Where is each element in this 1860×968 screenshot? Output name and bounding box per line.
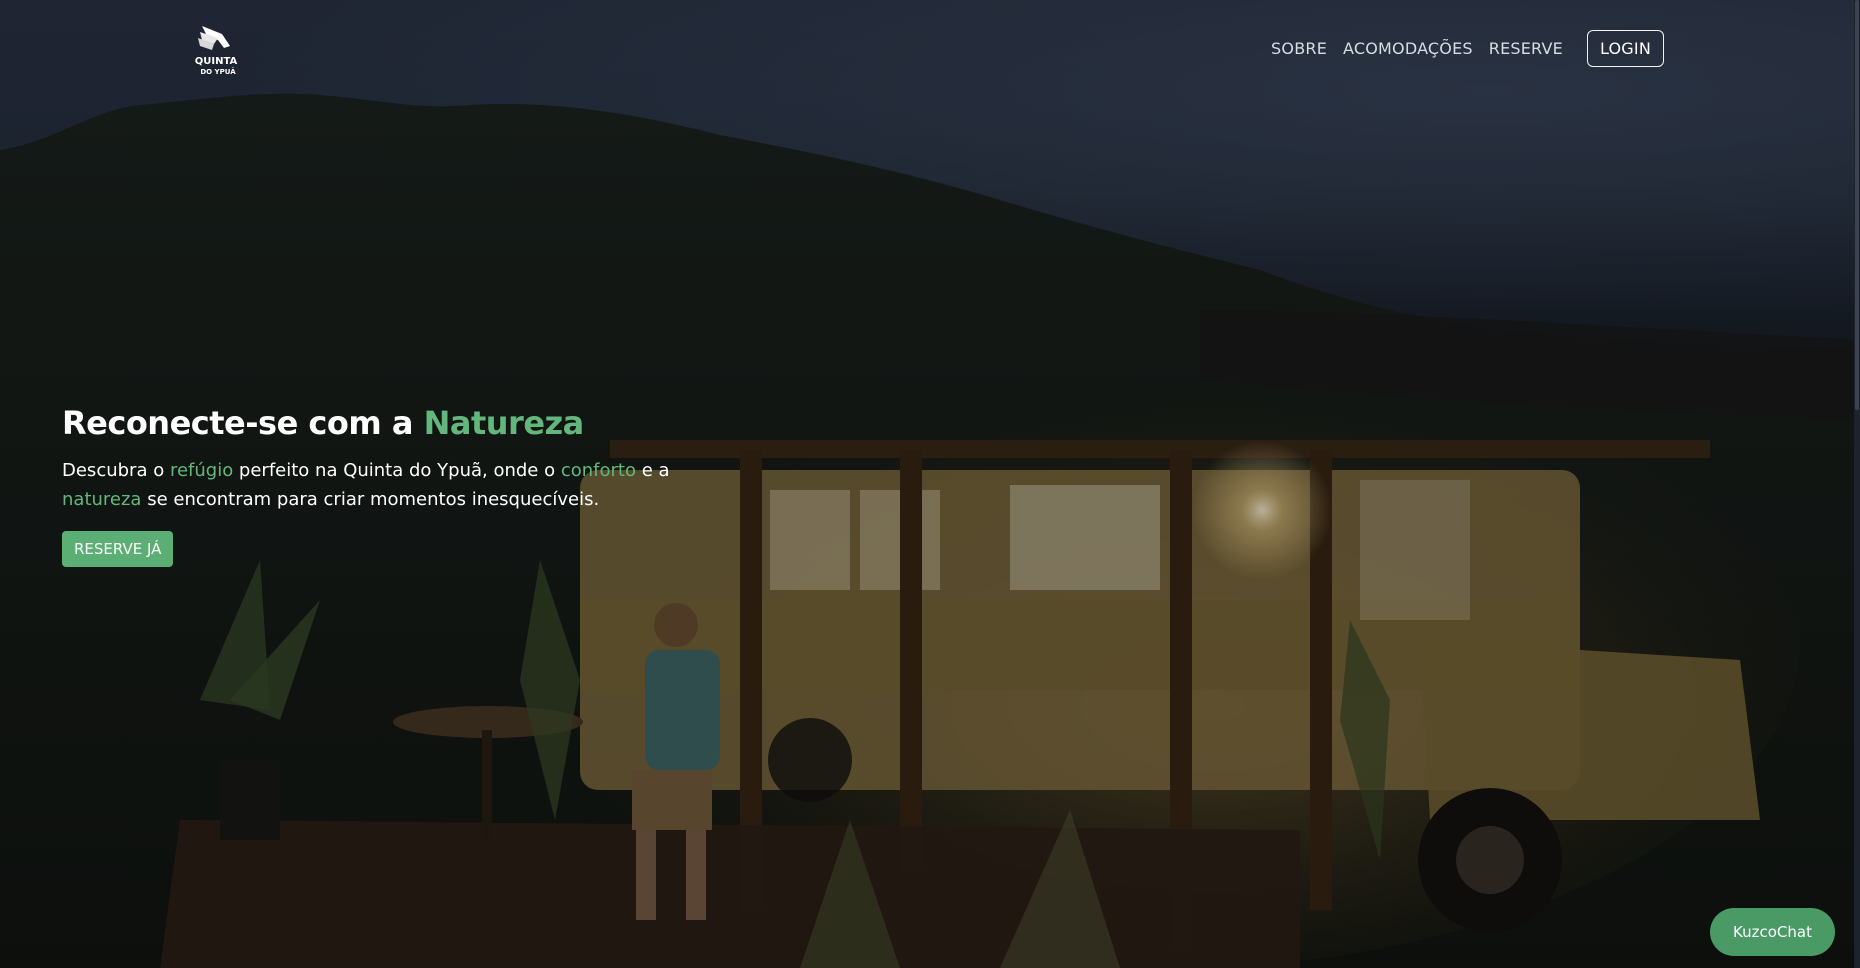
subtext-highlight-refugio: refúgio xyxy=(169,460,234,481)
logo-text-line2: DO YPUÃ xyxy=(200,67,236,76)
subtext-part-3: e a xyxy=(635,460,670,481)
subtext-part-1: Descubra o xyxy=(62,460,170,481)
reserve-now-button[interactable]: RESERVE JÁ xyxy=(62,531,174,567)
nav-link-reserve[interactable]: RESERVE xyxy=(1489,39,1563,58)
headline-accent: Natureza xyxy=(423,404,585,442)
nav-link-sobre[interactable]: SOBRE xyxy=(1271,39,1327,58)
logo-text-line1: QUINTA xyxy=(195,56,238,67)
hero-headline: Reconecte-se com a Natureza xyxy=(62,404,584,442)
hero-subtext: Descubra o refúgio perfeito na Quinta do… xyxy=(62,456,702,514)
login-button[interactable]: LOGIN xyxy=(1586,30,1664,67)
subtext-part-2: perfeito na Quinta do Ypuã, onde o xyxy=(233,460,561,481)
kuzco-chat-button[interactable]: KuzcoChat xyxy=(1710,908,1835,956)
subtext-part-4: se encontram para criar momentos inesque… xyxy=(141,489,600,510)
scrollbar-thumb[interactable] xyxy=(1855,0,1859,410)
subtext-highlight-conforto: conforto xyxy=(560,460,636,481)
winged-logo-icon[interactable]: QUINTA DO YPUÃ xyxy=(188,24,244,78)
headline-prefix: Reconecte-se com a xyxy=(62,404,424,442)
nav-link-acomodacoes[interactable]: ACOMODAÇÕES xyxy=(1343,39,1473,58)
main-nav: SOBRE ACOMODAÇÕES RESERVE LOGIN xyxy=(1255,30,1664,67)
subtext-highlight-natureza: natureza xyxy=(62,489,142,510)
